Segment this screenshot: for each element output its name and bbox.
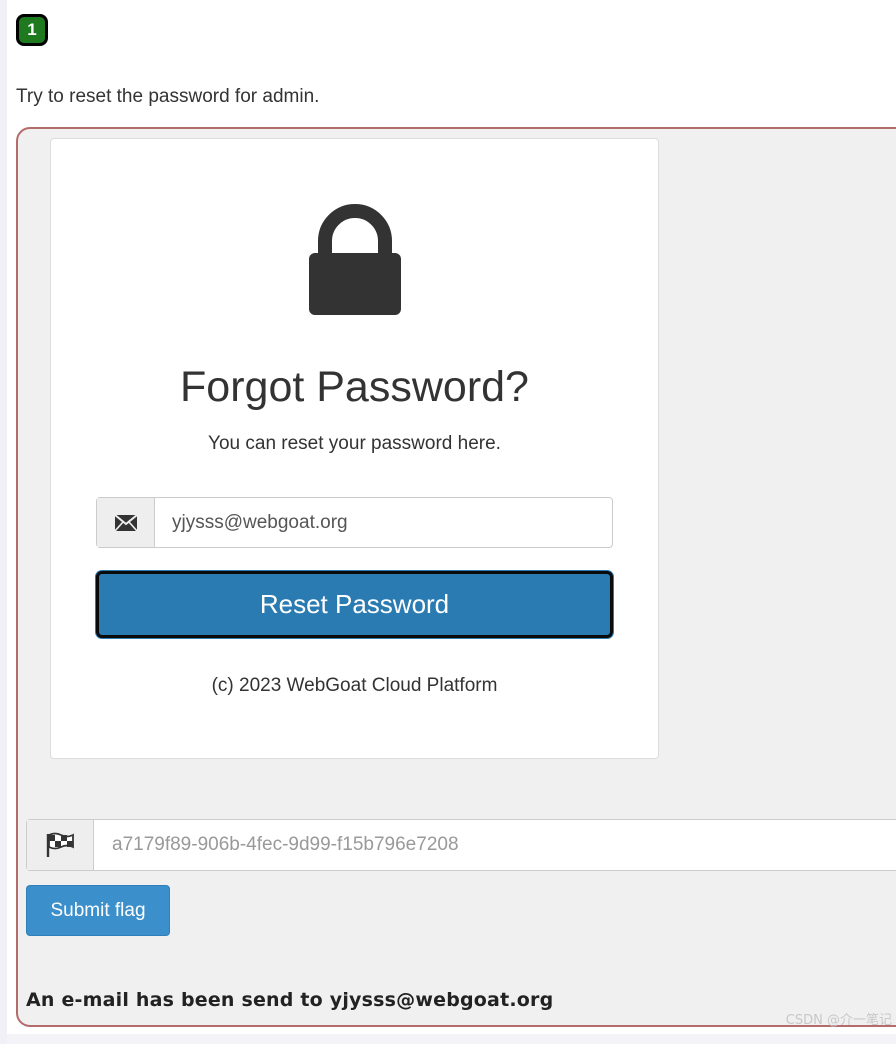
checkered-flag-icon [46,832,74,857]
submit-flag-button[interactable]: Submit flag [26,885,170,936]
lesson-instruction: Try to reset the password for admin. [16,86,320,107]
flag-addon [27,820,94,870]
envelope-icon [114,514,137,531]
email-field[interactable] [155,498,612,547]
lock-icon [309,204,401,315]
feedback-message: An e-mail has been send to yjysss@webgoa… [26,989,554,1011]
watermark: CSDN @介一笔记 [785,1013,892,1028]
page-title: Forgot Password? [180,363,529,411]
page-edge [0,0,7,1044]
copyright-text: (c) 2023 WebGoat Cloud Platform [211,675,498,696]
flag-input[interactable] [94,820,896,870]
step-badge[interactable]: 1 [16,14,48,46]
forgot-password-card: Forgot Password? You can reset your pass… [50,138,659,759]
email-addon [97,498,155,547]
page-subtitle: You can reset your password here. [208,433,501,454]
reset-password-button[interactable]: Reset Password [96,571,613,638]
email-input-group [96,497,613,548]
assignment-container: Forgot Password? You can reset your pass… [16,127,896,1027]
flag-input-group [26,819,896,871]
page: 1 Try to reset the password for admin. F… [0,0,896,1044]
